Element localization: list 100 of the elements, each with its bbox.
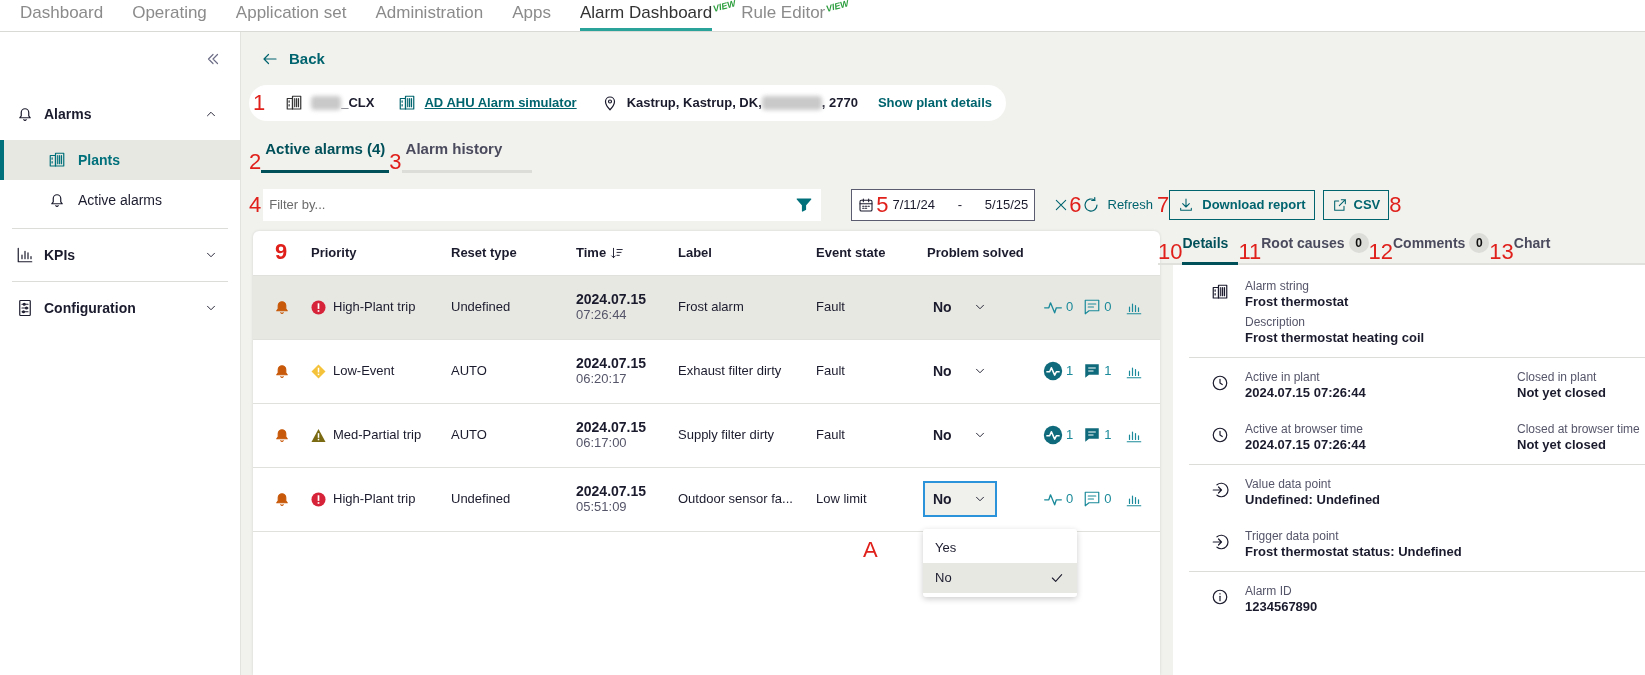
info-icon <box>1211 587 1229 606</box>
date-range-field[interactable]: 5 7/11/24 - 5/15/25 <box>851 188 1036 221</box>
field-label: Closed at browser time <box>1517 421 1640 437</box>
tab[interactable]: Alarm history <box>401 138 533 173</box>
table-cell-text: Fault <box>816 298 846 317</box>
field-value: Not yet closed <box>1517 384 1606 400</box>
field-value: 1234567890 <box>1245 598 1319 614</box>
clock-icon <box>1211 425 1229 444</box>
table-row[interactable]: Med-Partial trip AUTO 2024.07.15 06:17:00 Supply filter dirty Fault No 1 1 <box>253 402 1160 467</box>
table-cell-text: Undefined <box>451 490 512 509</box>
priority-text: High-Plant trip <box>333 298 416 317</box>
table-cell-text: AUTO <box>451 362 488 381</box>
filter-field[interactable]: Filter by... <box>263 188 796 221</box>
bell-icon <box>48 191 66 209</box>
field-value: Frost thermostat <box>1245 293 1350 309</box>
column-header[interactable]: Time <box>576 242 678 263</box>
field-value: Undefined: Undefined <box>1245 491 1382 507</box>
sidebar-group[interactable]: KPIs <box>0 233 240 277</box>
building-icon <box>398 93 417 112</box>
comment-count: 1 <box>1104 426 1112 445</box>
preview-label: VIEW <box>712 0 737 14</box>
field-value: Not yet closed <box>1517 436 1607 452</box>
callout-number: A <box>863 537 878 562</box>
clock-icon <box>1211 373 1229 392</box>
dropdown-option[interactable]: Yes <box>923 533 1077 563</box>
arrow-into-icon <box>1211 532 1229 551</box>
priority-text: Low-Event <box>333 362 395 381</box>
back-link[interactable]: Back <box>261 48 325 71</box>
detail-tab[interactable]: Chart <box>1513 232 1551 265</box>
arrow-into-icon <box>1211 480 1229 499</box>
comment-count: 1 <box>1104 362 1112 381</box>
settings-icon <box>16 299 34 317</box>
callout-number: 13 <box>1489 240 1514 263</box>
sidebar-group[interactable]: Alarms <box>0 92 240 136</box>
field-value: Frost thermostat heating coil <box>1245 329 1426 345</box>
trend-count: 1 <box>1066 362 1074 381</box>
column-header[interactable]: Problem solved <box>927 242 1043 263</box>
table-cell-text: Frost alarm <box>678 298 745 317</box>
callout-number: 1 <box>253 91 266 114</box>
date-text: 2024.07.15 <box>576 419 648 435</box>
filter-button[interactable] <box>795 188 822 221</box>
field-value: 2024.07.15 07:26:44 <box>1245 384 1367 400</box>
bell-icon <box>16 105 34 123</box>
problem-solved-select[interactable]: No <box>923 481 997 517</box>
date-separator: - <box>957 195 963 214</box>
callout-number: 12 <box>1368 240 1393 263</box>
column-header[interactable]: Label <box>678 242 816 263</box>
preview-label: VIEW <box>825 0 851 14</box>
date-text: 2024.07.15 <box>576 483 648 499</box>
field-value: Frost thermostat status: Undefined <box>1245 543 1463 559</box>
field-label: Active at browser time <box>1245 421 1365 437</box>
detail-tab[interactable]: Root causes 0 <box>1261 232 1369 265</box>
nav-tab[interactable]: Alarm Dashboard <box>579 0 713 31</box>
table-cell-text: Low limit <box>816 490 868 509</box>
table-row[interactable]: Low-Event AUTO 2024.07.15 06:20:17 Exhaust filter dirty Fault No 1 1 <box>253 338 1160 403</box>
column-header[interactable]: Event state <box>816 242 927 263</box>
calendar-icon <box>858 196 875 213</box>
site-name: _CLX <box>341 93 375 112</box>
table-cell-text: Fault <box>816 426 846 445</box>
nav-tab[interactable]: Apps <box>512 0 551 31</box>
problem-solved-select[interactable]: No <box>923 289 997 325</box>
callout-number: 2 <box>249 150 262 173</box>
bell-icon <box>273 426 291 444</box>
count-badge: 0 <box>1348 233 1369 253</box>
callout-number: 7 <box>1157 193 1170 216</box>
time-text: 07:26:44 <box>576 307 628 323</box>
column-header[interactable]: Priority <box>311 242 451 263</box>
nav-tab[interactable]: Operating <box>132 0 207 31</box>
nav-tab[interactable]: Application set <box>235 0 347 31</box>
tab[interactable]: Active alarms (4) <box>261 138 390 173</box>
callout-number: 6 <box>1069 193 1082 216</box>
field-label: Value data point <box>1245 476 1332 492</box>
dropdown-option[interactable]: No <box>923 563 1077 593</box>
field-label: Trigger data point <box>1245 528 1340 544</box>
bell-icon <box>273 362 291 380</box>
sidebar-item[interactable]: Plants <box>0 140 240 180</box>
date-text: 2024.07.15 <box>576 355 648 371</box>
detail-tab[interactable]: Comments 0 <box>1393 232 1490 265</box>
plant-link[interactable]: AD AHU Alarm simulator <box>424 92 577 113</box>
date-to: 5/15/25 <box>984 195 1029 214</box>
show-details-link[interactable]: Show plant details <box>877 92 993 113</box>
csv-button[interactable]: CSV <box>1322 189 1390 220</box>
table-row[interactable]: High-Plant trip Undefined 2024.07.15 07:26:44 Frost alarm Fault No 0 0 <box>253 274 1160 339</box>
callout-number: 11 <box>1238 240 1262 263</box>
address-text: , 2770 <box>821 93 858 112</box>
date-text: 2024.07.15 <box>576 291 648 307</box>
problem-solved-select[interactable]: No <box>923 417 997 453</box>
callout-number: 10 <box>1158 240 1183 263</box>
time-text: 05:51:09 <box>576 499 628 515</box>
download-icon <box>1178 196 1195 213</box>
table-cell-text: AUTO <box>451 426 488 445</box>
download-report-button[interactable]: Download report <box>1169 189 1315 220</box>
column-header[interactable]: Reset type <box>451 242 576 263</box>
sidebar-item[interactable]: Active alarms <box>0 180 240 220</box>
sidebar-group[interactable]: Configuration <box>0 286 240 330</box>
problem-solved-select[interactable]: No <box>923 353 997 389</box>
bell-icon <box>273 490 291 508</box>
refresh-button[interactable]: Refresh <box>1081 194 1154 215</box>
date-from: 7/11/24 <box>892 195 935 214</box>
building-icon <box>1211 282 1229 301</box>
